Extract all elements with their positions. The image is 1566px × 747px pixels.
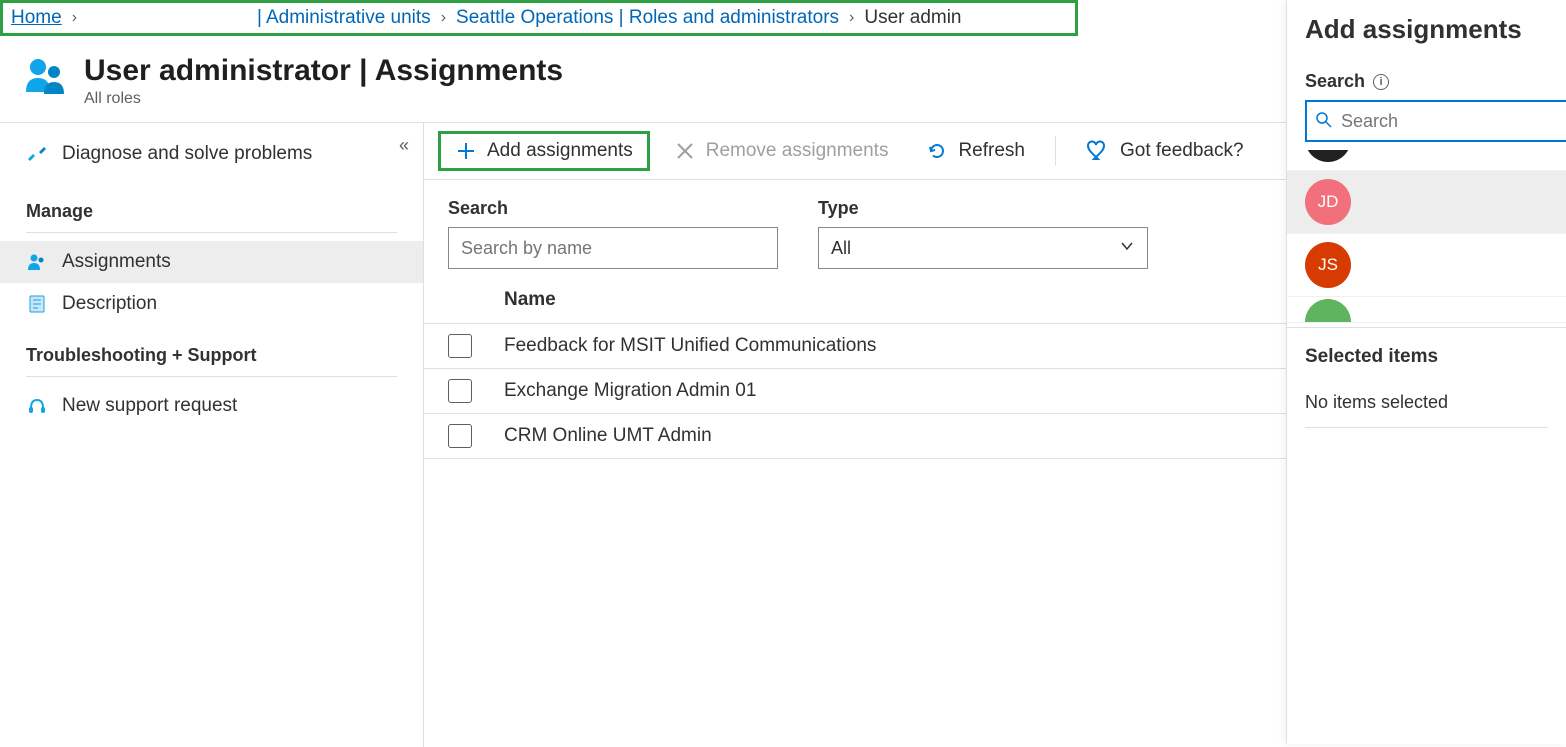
headset-icon [26, 396, 48, 416]
row-name: Feedback for MSIT Unified Communications [504, 335, 1292, 357]
toolbar-label: Got feedback? [1120, 140, 1244, 162]
x-icon [674, 140, 696, 162]
selected-items-empty: No items selected [1305, 378, 1548, 428]
sidebar-item-support-request[interactable]: New support request [0, 385, 423, 427]
row-checkbox[interactable] [448, 379, 472, 403]
sidebar-item-diagnose[interactable]: Diagnose and solve problems [0, 133, 423, 175]
chevron-right-icon: › [72, 9, 77, 27]
type-select[interactable]: All [818, 227, 1148, 269]
type-label: Type [818, 198, 1148, 219]
chevron-right-icon: › [849, 9, 854, 27]
collapse-sidebar-icon[interactable]: « [399, 135, 409, 156]
selected-items-title: Selected items [1287, 327, 1566, 378]
sidebar-item-label: Diagnose and solve problems [62, 143, 312, 165]
sidebar-item-label: Description [62, 293, 157, 315]
panel-search-box[interactable] [1305, 100, 1566, 142]
panel-search-label: Search i [1287, 71, 1566, 100]
add-assignments-panel: Add assignments Search i JD JS Selected … [1286, 0, 1566, 744]
feedback-button[interactable]: Got feedback? [1072, 133, 1258, 169]
avatar [1305, 150, 1351, 162]
info-icon[interactable]: i [1373, 74, 1389, 90]
users-icon [26, 252, 48, 272]
breadcrumb-home[interactable]: Home [11, 7, 62, 29]
user-list: JD JS [1287, 150, 1566, 323]
user-row[interactable] [1287, 150, 1566, 171]
toolbar-label: Remove assignments [706, 140, 889, 162]
breadcrumb-admin-units[interactable]: Administrative units [266, 7, 431, 29]
user-row[interactable] [1287, 297, 1566, 323]
toolbar-label: Add assignments [487, 140, 633, 162]
panel-title: Add assignments [1287, 14, 1566, 71]
users-role-icon [24, 54, 68, 101]
refresh-button[interactable]: Refresh [912, 134, 1039, 168]
avatar: JD [1305, 179, 1351, 225]
row-name: Exchange Migration Admin 01 [504, 380, 1292, 402]
toolbar-separator [1055, 136, 1056, 166]
panel-search-input[interactable] [1341, 111, 1566, 132]
breadcrumb-current: User admin [864, 7, 961, 29]
type-value: All [831, 238, 851, 259]
row-name: CRM Online UMT Admin [504, 425, 1292, 447]
sidebar-section-support: Troubleshooting + Support [26, 325, 397, 377]
avatar: JS [1305, 242, 1351, 288]
sidebar-section-manage: Manage [26, 181, 397, 233]
column-name[interactable]: Name [504, 289, 1292, 311]
sidebar-item-label: New support request [62, 395, 237, 417]
row-checkbox[interactable] [448, 334, 472, 358]
user-row[interactable]: JD [1287, 171, 1566, 234]
refresh-icon [926, 140, 948, 162]
page-subtitle: All roles [84, 90, 563, 108]
user-row[interactable]: JS [1287, 234, 1566, 297]
remove-assignments-button[interactable]: Remove assignments [660, 134, 903, 168]
sidebar-item-label: Assignments [62, 251, 171, 273]
sidebar-item-description[interactable]: Description [0, 283, 423, 325]
page-title: User administrator | Assignments [84, 54, 563, 88]
heart-icon [1086, 139, 1110, 163]
plus-icon [455, 140, 477, 162]
search-icon [1315, 111, 1333, 132]
breadcrumb-seattle[interactable]: Seattle Operations | Roles and administr… [456, 7, 839, 29]
chevron-down-icon [1119, 238, 1135, 259]
add-assignments-button[interactable]: Add assignments [438, 131, 650, 171]
avatar [1305, 299, 1351, 323]
sidebar: « Diagnose and solve problems Manage Ass… [0, 123, 424, 747]
search-input[interactable] [448, 227, 778, 269]
toolbar-label: Refresh [958, 140, 1025, 162]
chevron-right-icon: › [441, 9, 446, 27]
breadcrumb: Home › | Administrative units › Seattle … [0, 0, 1078, 36]
row-checkbox[interactable] [448, 424, 472, 448]
sidebar-item-assignments[interactable]: Assignments [0, 241, 423, 283]
search-label: Search [448, 198, 778, 219]
wrench-icon [26, 144, 48, 164]
document-icon [26, 294, 48, 314]
